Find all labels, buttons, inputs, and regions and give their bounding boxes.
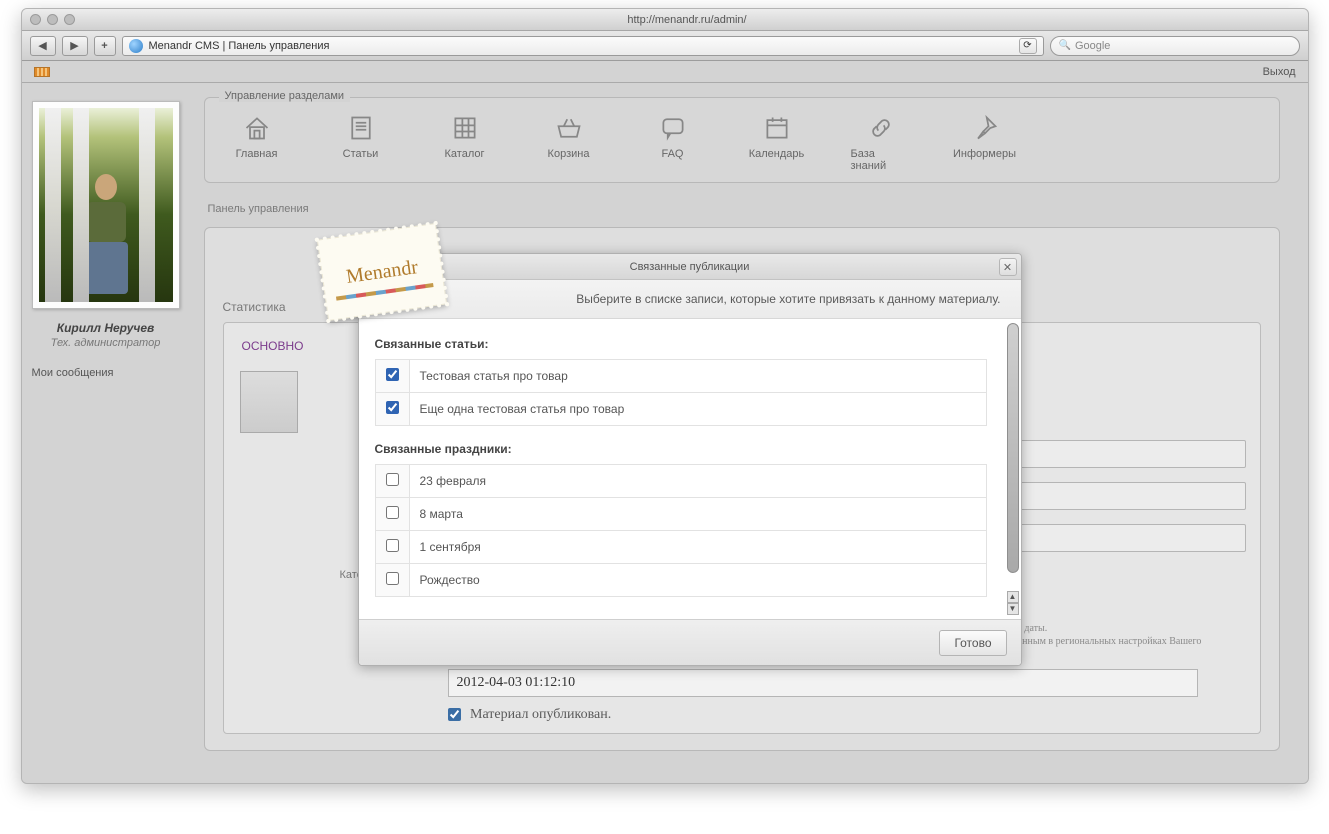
sections-icon-row: Главная Статьи Каталог Корзина: [219, 110, 1265, 172]
sidebar: Кирилл Неручев Тех. администратор Мои со…: [22, 83, 190, 783]
related-publications-modal: Связанные публикации ✕ Выберите в списке…: [358, 253, 1022, 666]
calendar-icon: [763, 114, 791, 142]
bookmarks-menu-icon[interactable]: [34, 67, 50, 77]
table-row[interactable]: Еще одна тестовая статья про товар: [375, 393, 986, 426]
holiday-checkbox[interactable]: [386, 473, 399, 486]
section-label: Статьи: [343, 148, 379, 160]
browser-toolbar: ◀ ▶ + Menandr CMS | Панель управления ⟳ …: [22, 31, 1308, 61]
articles-table: Тестовая статья про товар Еще одна тесто…: [375, 359, 987, 426]
table-row[interactable]: Рождество: [375, 564, 986, 597]
holiday-label: 1 сентября: [409, 531, 986, 564]
holiday-checkbox[interactable]: [386, 572, 399, 585]
section-label: База знаний: [851, 148, 911, 172]
section-basket[interactable]: Корзина: [539, 114, 599, 172]
link-icon: [867, 114, 895, 142]
add-bookmark-button[interactable]: +: [94, 36, 116, 56]
modal-subtitle: Выберите в списке записи, которые хотите…: [359, 280, 1021, 319]
modal-scrollbar-thumb[interactable]: [1007, 323, 1019, 573]
browser-window: http://menandr.ru/admin/ ◀ ▶ + Menandr C…: [21, 8, 1309, 784]
brand-stamp-icon: Menandr: [316, 223, 446, 321]
breadcrumb: Панель управления: [208, 203, 1276, 215]
browser-search-input[interactable]: Google: [1050, 36, 1300, 56]
holiday-label: 8 марта: [409, 498, 986, 531]
section-kb[interactable]: База знаний: [851, 114, 911, 172]
holiday-label: Рождество: [409, 564, 986, 597]
minimize-window-icon[interactable]: [47, 14, 58, 25]
modal-body: Связанные статьи: Тестовая статья про то…: [359, 319, 1021, 619]
modal-footer: Готово: [359, 619, 1021, 665]
brand-stamp-text: Menandr: [344, 256, 419, 289]
publish-date-value: 2012-04-03 01:12:10: [457, 675, 576, 691]
chat-icon: [659, 114, 687, 142]
avatar-photo: [39, 108, 173, 302]
close-window-icon[interactable]: [30, 14, 41, 25]
window-url: http://menandr.ru/admin/: [75, 14, 1300, 26]
article-label: Еще одна тестовая статья про товар: [409, 393, 986, 426]
modal-title: Связанные публикации: [630, 261, 750, 273]
scroll-up-button[interactable]: ▲: [1007, 591, 1019, 603]
user-name: Кирилл Неручев: [57, 321, 155, 335]
published-label: Материал опубликован.: [470, 707, 611, 722]
article-label: Тестовая статья про товар: [409, 360, 986, 393]
holiday-checkbox[interactable]: [386, 506, 399, 519]
bookmarks-bar: Выход: [22, 61, 1308, 83]
table-row[interactable]: 23 февраля: [375, 465, 986, 498]
published-checkbox-row[interactable]: Материал опубликован.: [448, 707, 1246, 723]
basket-icon: [555, 114, 583, 142]
zoom-window-icon[interactable]: [64, 14, 75, 25]
published-checkbox[interactable]: [448, 708, 461, 721]
avatar: [32, 101, 180, 309]
section-informers[interactable]: Информеры: [955, 114, 1015, 172]
forward-button[interactable]: ▶: [62, 36, 88, 56]
product-thumbnail[interactable]: [240, 371, 298, 433]
section-home[interactable]: Главная: [227, 114, 287, 172]
my-messages-link[interactable]: Мои сообщения: [32, 367, 114, 379]
holiday-label: 23 февраля: [409, 465, 986, 498]
section-articles[interactable]: Статьи: [331, 114, 391, 172]
logout-link[interactable]: Выход: [1263, 66, 1296, 78]
page-body: Кирилл Неручев Тех. администратор Мои со…: [22, 83, 1308, 783]
site-favicon-icon: [129, 39, 143, 53]
section-label: Календарь: [749, 148, 805, 160]
section-label: Каталог: [445, 148, 485, 160]
pin-icon: [971, 114, 999, 142]
holidays-table: 23 февраля 8 марта 1 сентября Рожде: [375, 464, 987, 597]
sections-legend: Управление разделами: [219, 90, 351, 102]
home-icon: [243, 114, 271, 142]
table-row[interactable]: 1 сентября: [375, 531, 986, 564]
article-checkbox[interactable]: [386, 368, 399, 381]
modal-close-button[interactable]: ✕: [999, 258, 1017, 276]
section-label: Корзина: [548, 148, 590, 160]
section-calendar[interactable]: Календарь: [747, 114, 807, 172]
section-faq[interactable]: FAQ: [643, 114, 703, 172]
user-role: Тех. администратор: [51, 337, 161, 349]
page-title: Menandr CMS | Панель управления: [149, 40, 330, 52]
window-titlebar: http://menandr.ru/admin/: [22, 9, 1308, 31]
publish-date-input[interactable]: 2012-04-03 01:12:10: [448, 669, 1198, 697]
section-label: Главная: [236, 148, 278, 160]
grid-icon: [451, 114, 479, 142]
holiday-checkbox[interactable]: [386, 539, 399, 552]
table-row[interactable]: Тестовая статья про товар: [375, 360, 986, 393]
section-catalog[interactable]: Каталог: [435, 114, 495, 172]
done-button[interactable]: Готово: [939, 630, 1006, 656]
table-row[interactable]: 8 марта: [375, 498, 986, 531]
section-label: FAQ: [661, 148, 683, 160]
search-placeholder: Google: [1075, 40, 1110, 52]
window-controls[interactable]: [30, 14, 75, 25]
modal-header: Связанные публикации ✕: [359, 254, 1021, 280]
scroll-down-button[interactable]: ▼: [1007, 603, 1019, 615]
document-icon: [347, 114, 375, 142]
back-button[interactable]: ◀: [30, 36, 56, 56]
holidays-group-header: Связанные праздники:: [375, 442, 1005, 456]
reload-button[interactable]: ⟳: [1019, 38, 1037, 54]
articles-group-header: Связанные статьи:: [375, 337, 1005, 351]
article-checkbox[interactable]: [386, 401, 399, 414]
section-label: Информеры: [953, 148, 1016, 160]
sections-panel: Управление разделами Главная Статьи Ката…: [204, 97, 1280, 183]
address-bar[interactable]: Menandr CMS | Панель управления ⟳: [122, 36, 1044, 56]
